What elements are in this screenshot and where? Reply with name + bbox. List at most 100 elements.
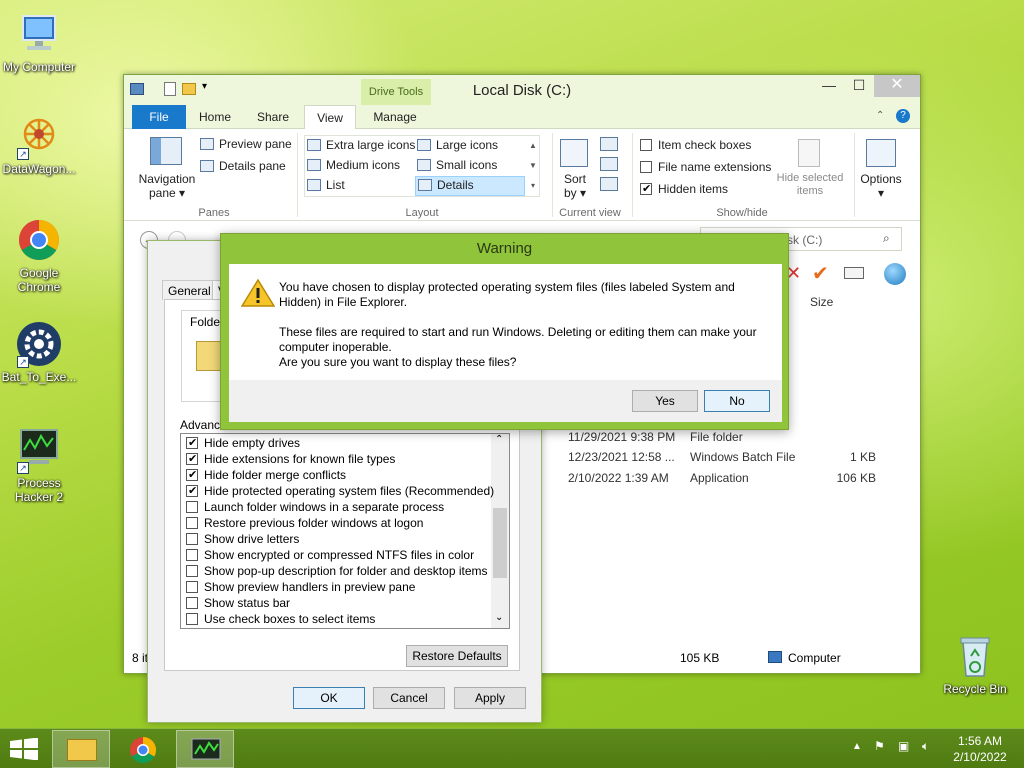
details-pane-button[interactable]: Details pane	[200, 159, 286, 173]
desktop-icon-process-hacker[interactable]: ↗ Process Hacker 2	[0, 426, 78, 504]
scroll-up-icon[interactable]: ⌃	[495, 434, 503, 445]
layout-large-icons[interactable]: Large icons	[417, 138, 525, 156]
tab-share[interactable]: Share	[248, 105, 298, 129]
layout-group-label: Layout	[405, 207, 439, 219]
options-button[interactable]: Options ▾	[858, 172, 904, 200]
options-icon	[866, 139, 896, 167]
advanced-setting-checkbox[interactable]	[186, 565, 198, 577]
cancel-button[interactable]: Cancel	[373, 687, 445, 709]
status-selection-size: 105 KB	[680, 651, 720, 665]
scroll-thumb[interactable]	[493, 508, 507, 578]
shortcut-arrow-icon: ↗	[17, 356, 29, 368]
advanced-setting-checkbox[interactable]	[186, 468, 198, 481]
desktop-icon-google-chrome[interactable]: Google Chrome	[0, 216, 78, 294]
clock[interactable]: 1:56 AM 2/10/2022	[946, 733, 1014, 765]
apply-button[interactable]: Apply	[454, 687, 526, 709]
taskbar-chrome[interactable]	[114, 730, 172, 768]
item-check-boxes-toggle[interactable]: Item check boxes	[640, 138, 751, 152]
restore-defaults-button[interactable]: Restore Defaults	[406, 645, 508, 667]
layout-medium-icons[interactable]: Medium icons	[307, 158, 417, 176]
layout-gallery-scroll[interactable]: ▲ ▼ ▾	[527, 136, 539, 196]
advanced-setting-checkbox[interactable]	[186, 484, 198, 497]
minimize-button[interactable]: —	[814, 75, 844, 97]
rename-icon[interactable]	[844, 267, 864, 279]
desktop-icon-my-computer[interactable]: My Computer	[0, 10, 78, 74]
ribbon-collapse-icon[interactable]: ⌃	[876, 110, 884, 121]
preview-pane-button[interactable]: Preview pane	[200, 137, 292, 151]
hidden-items-checkbox[interactable]	[640, 182, 652, 195]
tab-view[interactable]: View	[304, 105, 356, 130]
tab-general[interactable]: General	[162, 280, 217, 300]
file-name-extensions-toggle[interactable]: File name extensions	[640, 160, 771, 174]
advanced-setting-item[interactable]: Hide empty drives	[186, 436, 300, 452]
size-columns-icon[interactable]	[600, 177, 618, 191]
ok-button[interactable]: OK	[293, 687, 365, 709]
title-bar: ▾ Drive Tools Local Disk (C:) — ☐ ✕	[124, 75, 920, 105]
navigation-pane-button[interactable]: Navigation pane ▾	[136, 172, 198, 200]
advanced-setting-checkbox[interactable]	[186, 436, 198, 449]
layout-small-icons[interactable]: Small icons	[417, 158, 525, 176]
maximize-button[interactable]: ☐	[844, 75, 874, 97]
layout-extra-large-icons[interactable]: Extra large icons	[307, 138, 417, 156]
advanced-setting-item[interactable]: Show pop-up description for folder and d…	[186, 564, 488, 580]
taskbar-file-explorer[interactable]	[52, 730, 110, 768]
yes-button[interactable]: Yes	[632, 390, 698, 412]
column-header-size[interactable]: Size	[810, 295, 833, 309]
scroll-down-icon[interactable]: ⌄	[495, 612, 503, 623]
list-scrollbar[interactable]: ⌃ ⌄	[491, 434, 509, 628]
clock-date: 2/10/2022	[953, 750, 1007, 764]
volume-muted-icon[interactable]: 🔈︎	[922, 739, 929, 754]
show-hidden-icons-icon[interactable]: ▲	[852, 741, 862, 752]
advanced-setting-item[interactable]: Hide extensions for known file types	[186, 452, 395, 468]
close-button[interactable]: ✕	[874, 75, 920, 97]
file-name-extensions-checkbox[interactable]	[640, 161, 652, 173]
advanced-setting-label: Hide folder merge conflicts	[204, 468, 347, 482]
advanced-setting-checkbox[interactable]	[186, 452, 198, 465]
advanced-setting-item[interactable]: Show preview handlers in preview pane	[186, 580, 415, 596]
taskbar-process-hacker[interactable]	[176, 730, 234, 768]
desktop-icon-bat-to-exe[interactable]: ↗ Bat_To_Exe...	[0, 320, 78, 384]
advanced-setting-item[interactable]: Restore previous folder windows at logon	[186, 516, 423, 532]
group-by-icon[interactable]	[600, 137, 618, 151]
tab-home[interactable]: Home	[190, 105, 240, 129]
help-icon[interactable]: ?	[896, 109, 910, 123]
desktop-icon-datawagon[interactable]: ↗ DataWagon...	[0, 112, 78, 176]
sort-by-icon	[560, 139, 588, 167]
network-icon[interactable]: ▣	[898, 739, 909, 753]
advanced-setting-checkbox[interactable]	[186, 597, 198, 609]
advanced-setting-item[interactable]: Show encrypted or compressed NTFS files …	[186, 548, 474, 564]
advanced-setting-checkbox[interactable]	[186, 517, 198, 529]
start-button[interactable]	[10, 737, 38, 761]
desktop-icon-recycle-bin[interactable]: Recycle Bin	[936, 632, 1014, 696]
advanced-setting-checkbox[interactable]	[186, 501, 198, 513]
file-explorer-icon	[67, 739, 97, 761]
advanced-setting-checkbox[interactable]	[186, 581, 198, 593]
row-size: 106 KB	[836, 471, 876, 485]
advanced-setting-item[interactable]: Hide protected operating system files (R…	[186, 484, 494, 500]
tab-manage[interactable]: Manage	[364, 105, 426, 129]
advanced-setting-item[interactable]: Show drive letters	[186, 532, 299, 548]
checkmark-icon[interactable]: ✔	[812, 261, 829, 286]
advanced-setting-checkbox[interactable]	[186, 549, 198, 561]
tab-file[interactable]: File	[132, 105, 186, 129]
preview-pane-icon	[200, 138, 214, 150]
advanced-setting-item[interactable]: Show status bar	[186, 596, 290, 612]
layout-details[interactable]: Details	[415, 176, 525, 196]
shortcut-arrow-icon: ↗	[17, 462, 29, 474]
advanced-setting-checkbox[interactable]	[186, 613, 198, 625]
layout-list[interactable]: List	[307, 178, 417, 196]
advanced-setting-item[interactable]: Hide folder merge conflicts	[186, 468, 347, 484]
sort-by-button[interactable]: Sort by ▾	[560, 172, 590, 200]
row-size: 1 KB	[849, 450, 876, 464]
hide-selected-items-button[interactable]: Hide selected items	[770, 172, 850, 198]
advanced-setting-item[interactable]: Launch folder windows in a separate proc…	[186, 500, 444, 516]
hidden-items-toggle[interactable]: Hidden items	[640, 182, 728, 196]
shortcut-arrow-icon: ↗	[17, 148, 29, 160]
advanced-setting-item[interactable]: Use check boxes to select items	[186, 612, 375, 628]
globe-icon[interactable]	[884, 263, 906, 285]
add-columns-icon[interactable]	[600, 157, 618, 171]
item-check-boxes-checkbox[interactable]	[640, 139, 652, 151]
no-button[interactable]: No	[704, 390, 770, 412]
action-center-flag-icon[interactable]: ⚑	[874, 739, 885, 753]
advanced-setting-checkbox[interactable]	[186, 533, 198, 545]
